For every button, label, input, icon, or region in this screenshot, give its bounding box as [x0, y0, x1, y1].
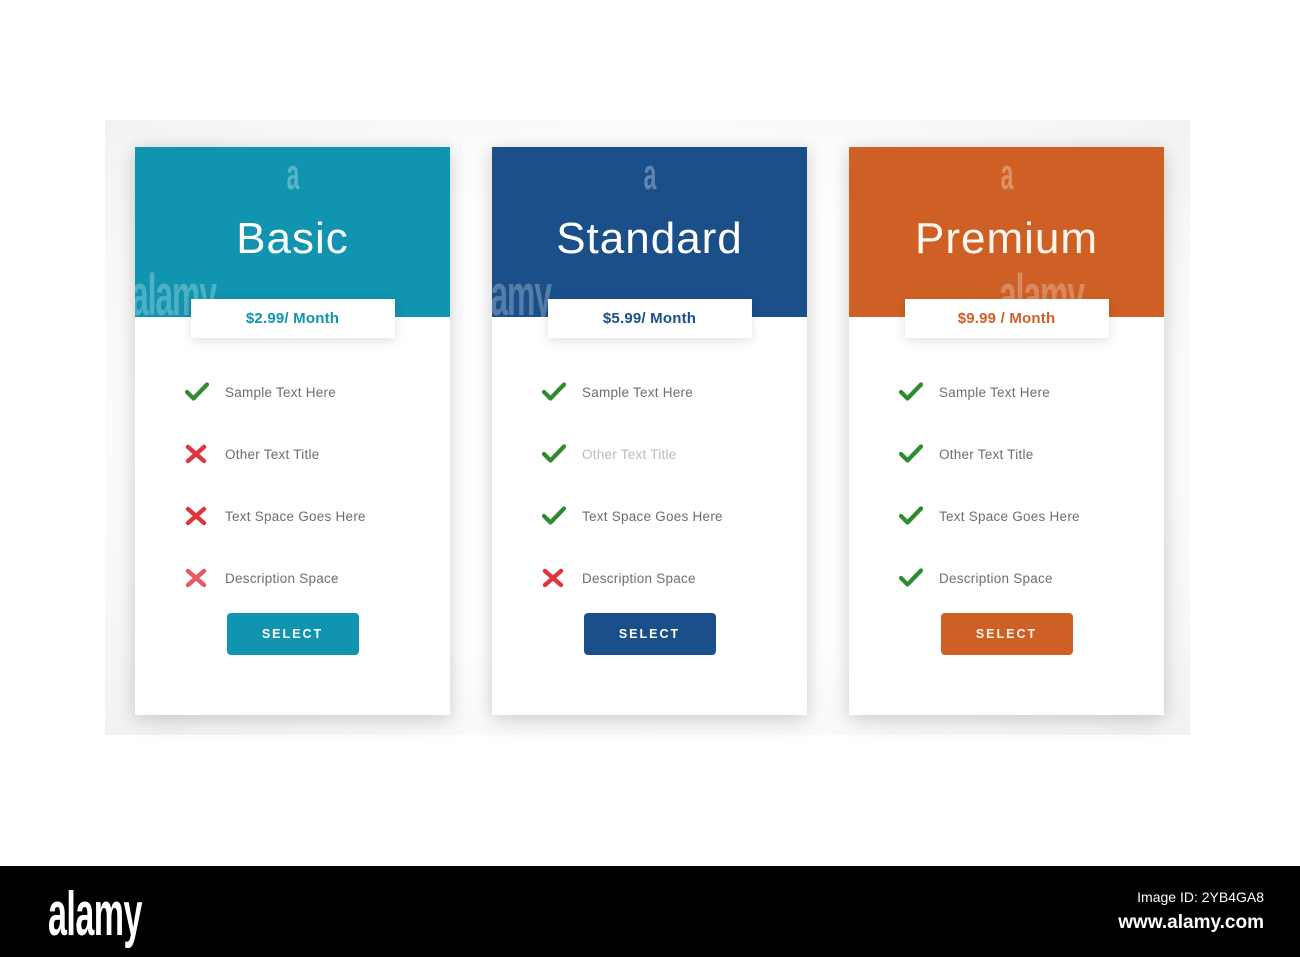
- alamy-footer-bar: alamy Image ID: 2YB4GA8 www.alamy.com: [0, 866, 1300, 957]
- pricing-card-premium[interactable]: a alamy Premium $9.99 / Month Sample Tex…: [849, 147, 1164, 715]
- feature-label: Other Text Title: [582, 446, 677, 462]
- cross-icon: [171, 568, 225, 588]
- price-badge-basic: $2.99/ Month: [190, 299, 395, 338]
- plan-title-premium: Premium: [914, 214, 1099, 263]
- feature-label: Description Space: [939, 570, 1053, 586]
- price-badge-standard: $5.99/ Month: [547, 299, 752, 338]
- plan-title-basic: Basic: [236, 214, 349, 263]
- watermark-a-icon: a: [286, 150, 299, 199]
- watermark-a-icon: a: [1000, 150, 1013, 199]
- feature-label: Text Space Goes Here: [582, 508, 723, 524]
- feature-row: Description Space: [528, 547, 771, 609]
- feature-label: Description Space: [582, 570, 696, 586]
- select-button-wrap-standard: SELECT: [492, 613, 807, 655]
- check-icon: [528, 382, 582, 402]
- feature-list-premium: Sample Text Here Other Text Title Text S…: [849, 361, 1164, 609]
- cross-icon: [171, 444, 225, 464]
- check-icon: [885, 444, 939, 464]
- select-button-standard[interactable]: SELECT: [583, 613, 716, 655]
- screenshot-root: a alamy Basic $2.99/ Month Sample Text H…: [0, 0, 1300, 957]
- feature-label: Text Space Goes Here: [225, 508, 366, 524]
- feature-row: Other Text Title: [528, 423, 771, 485]
- card-header-premium: a alamy Premium: [849, 147, 1164, 317]
- card-header-basic: a alamy Basic: [135, 147, 450, 317]
- select-button-wrap-premium: SELECT: [849, 613, 1164, 655]
- card-header-standard: a alamy Standard: [492, 147, 807, 317]
- alamy-logo: alamy: [48, 880, 142, 949]
- feature-list-basic: Sample Text Here Other Text Title Text S…: [135, 361, 450, 609]
- feature-label: Other Text Title: [939, 446, 1034, 462]
- feature-label: Description Space: [225, 570, 339, 586]
- feature-row: Text Space Goes Here: [885, 485, 1128, 547]
- select-button-basic[interactable]: SELECT: [226, 613, 359, 655]
- check-icon: [528, 444, 582, 464]
- pricing-table: a alamy Basic $2.99/ Month Sample Text H…: [0, 0, 1300, 860]
- watermark-a-icon: a: [643, 150, 656, 199]
- cross-icon: [171, 506, 225, 526]
- feature-label: Other Text Title: [225, 446, 320, 462]
- cross-icon: [528, 568, 582, 588]
- footer-image-id: Image ID: 2YB4GA8: [1137, 889, 1264, 905]
- feature-row: Text Space Goes Here: [528, 485, 771, 547]
- feature-row: Other Text Title: [885, 423, 1128, 485]
- feature-row: Sample Text Here: [885, 361, 1128, 423]
- footer-url: www.alamy.com: [1118, 912, 1264, 934]
- select-button-premium[interactable]: SELECT: [940, 613, 1073, 655]
- feature-row: Description Space: [171, 547, 414, 609]
- check-icon: [885, 506, 939, 526]
- check-icon: [885, 382, 939, 402]
- feature-row: Other Text Title: [171, 423, 414, 485]
- feature-label: Text Space Goes Here: [939, 508, 1080, 524]
- pricing-card-standard[interactable]: a alamy Standard $5.99/ Month Sample Tex…: [492, 147, 807, 715]
- pricing-card-basic[interactable]: a alamy Basic $2.99/ Month Sample Text H…: [135, 147, 450, 715]
- feature-label: Sample Text Here: [939, 384, 1051, 400]
- footer-meta: Image ID: 2YB4GA8 www.alamy.com: [1118, 886, 1264, 938]
- feature-list-standard: Sample Text Here Other Text Title Text S…: [492, 361, 807, 609]
- feature-row: Sample Text Here: [171, 361, 414, 423]
- plan-title-standard: Standard: [556, 214, 743, 263]
- feature-row: Text Space Goes Here: [171, 485, 414, 547]
- check-icon: [171, 382, 225, 402]
- price-badge-premium: $9.99 / Month: [904, 299, 1109, 338]
- check-icon: [885, 568, 939, 588]
- select-button-wrap-basic: SELECT: [135, 613, 450, 655]
- feature-label: Sample Text Here: [225, 384, 337, 400]
- check-icon: [528, 506, 582, 526]
- feature-label: Sample Text Here: [582, 384, 694, 400]
- feature-row: Sample Text Here: [528, 361, 771, 423]
- feature-row: Description Space: [885, 547, 1128, 609]
